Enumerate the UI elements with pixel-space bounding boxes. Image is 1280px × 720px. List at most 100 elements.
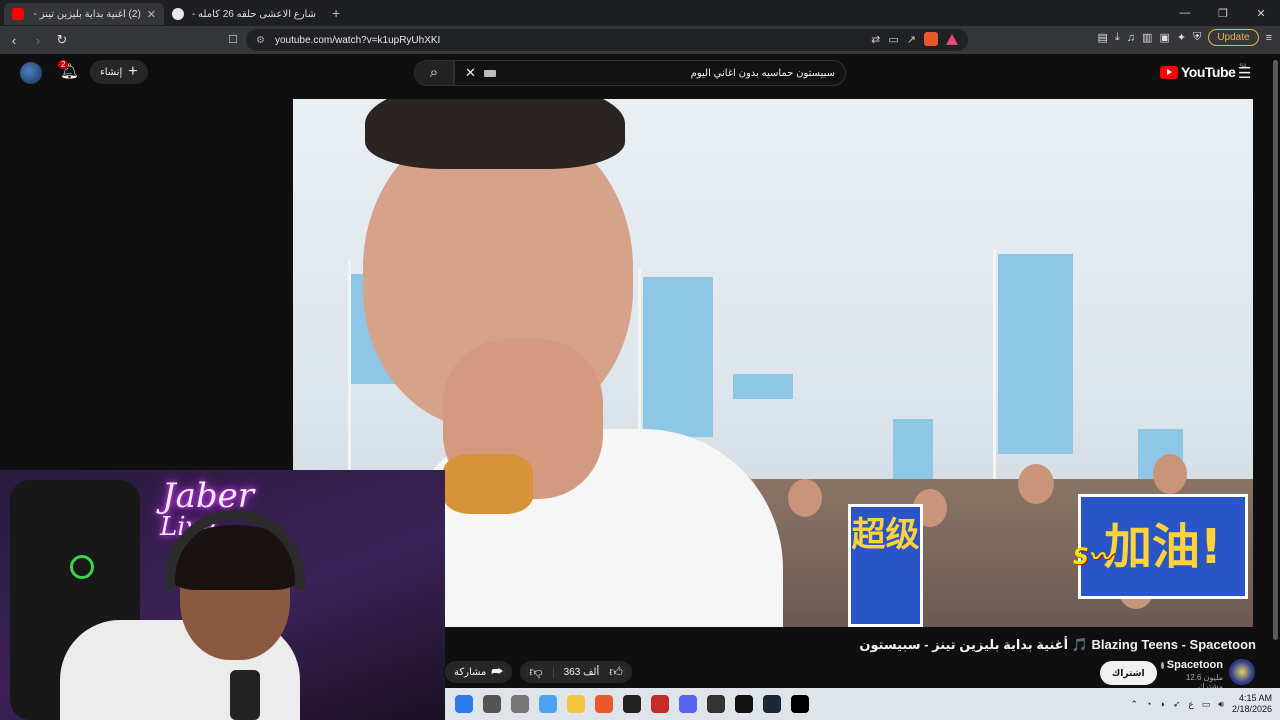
subscribe-button[interactable]: اشتراك bbox=[1100, 661, 1157, 685]
video-info: Blazing Teens - Spacetoon 🎵 أغنية بداية … bbox=[445, 627, 1280, 691]
page-scrollbar[interactable] bbox=[1271, 54, 1280, 688]
cast-icon[interactable]: ▭ bbox=[888, 33, 898, 46]
channel-info[interactable]: Spacetoon 12.6 مليون مشترك bbox=[1161, 659, 1223, 691]
search-input[interactable]: ✕ سبيستون حماسيه بدون اغاني اليوم bbox=[454, 60, 846, 86]
window-controls: — ❐ ✕ bbox=[1166, 0, 1280, 26]
crowd-sign: 超级 bbox=[848, 504, 923, 627]
bookmark-icon[interactable]: ☐ bbox=[228, 33, 238, 46]
tab-title: (2) أغنية بداية بليزين تينز - سبيستون bbox=[30, 8, 141, 20]
hamburger-menu-icon[interactable]: ☰ bbox=[1238, 64, 1251, 82]
close-tab-icon[interactable]: ✕ bbox=[147, 8, 156, 21]
search-query: سبيستون حماسيه بدون اغاني اليوم bbox=[690, 67, 835, 79]
youtube-play-icon bbox=[1160, 65, 1178, 79]
media-icon[interactable]: ♫ bbox=[1127, 32, 1135, 44]
tab-search[interactable]: شارع الاعشى حلقه 26 كامله - Search bbox=[164, 3, 324, 25]
browser-tab-strip: (2) أغنية بداية بليزين تينز - سبيستون ✕ … bbox=[0, 0, 1280, 26]
tray-app-icon[interactable]: ➶ bbox=[1173, 699, 1181, 710]
site-info-icon[interactable]: ⚙ bbox=[256, 35, 265, 46]
clear-search-icon[interactable]: ✕ bbox=[465, 65, 476, 81]
channel-avatar[interactable] bbox=[1229, 659, 1255, 685]
task-view-icon[interactable] bbox=[511, 695, 529, 713]
translate-icon[interactable]: ⇄ bbox=[871, 33, 880, 46]
video-title: Blazing Teens - Spacetoon 🎵 أغنية بداية … bbox=[859, 637, 1256, 652]
held-item bbox=[443, 454, 533, 514]
file-explorer-icon[interactable] bbox=[567, 695, 585, 713]
create-button[interactable]: إنشاء + bbox=[90, 60, 148, 84]
flag bbox=[643, 277, 713, 437]
back-icon[interactable]: ‹ bbox=[4, 33, 24, 48]
share-arrow-icon: ⮫ bbox=[491, 664, 504, 679]
url-text: youtube.com/watch?v=k1upRyUhXKI bbox=[274, 34, 441, 46]
like-dislike-group: 👎︎ 363 ألف 👍︎ bbox=[520, 661, 632, 683]
account-avatar[interactable] bbox=[20, 62, 42, 84]
search-icon[interactable] bbox=[483, 695, 501, 713]
language-indicator[interactable]: ع bbox=[1188, 699, 1193, 710]
browser-toolbar: ‹ › ↻ ☐ ⚙ youtube.com/watch?v=k1upRyUhXK… bbox=[0, 26, 1280, 54]
brave-icon[interactable] bbox=[595, 695, 613, 713]
google-favicon-icon bbox=[172, 8, 184, 20]
discord-icon[interactable] bbox=[679, 695, 697, 713]
empty-sidebar-area bbox=[0, 94, 293, 470]
wallet-icon[interactable]: ▣ bbox=[1159, 31, 1169, 44]
app-obs-icon[interactable] bbox=[623, 695, 641, 713]
app-kick-icon[interactable] bbox=[707, 695, 725, 713]
app-red-icon[interactable] bbox=[651, 695, 669, 713]
tab-youtube[interactable]: (2) أغنية بداية بليزين تينز - سبيستون ✕ bbox=[4, 3, 164, 25]
reload-icon[interactable]: ↻ bbox=[52, 32, 72, 48]
share-icon[interactable]: ↗ bbox=[907, 33, 916, 46]
browser-right-tools: ▤ ⤓ ♫ ▥ ▣ ✦ ⛨ Update ≡ bbox=[1098, 29, 1272, 46]
new-tab-button[interactable]: + bbox=[332, 5, 340, 21]
create-label: إنشاء bbox=[100, 66, 123, 78]
channel-name: Spacetoon bbox=[1166, 659, 1223, 671]
vpn-icon[interactable]: ⛨ bbox=[1193, 31, 1201, 44]
close-window-button[interactable]: ✕ bbox=[1242, 7, 1280, 20]
clock-date: 2/18/2026 bbox=[1231, 704, 1272, 714]
youtube-logo[interactable]: YouTube SA bbox=[1160, 64, 1247, 80]
like-count[interactable]: 363 ألف bbox=[552, 666, 599, 678]
maximize-button[interactable]: ❐ bbox=[1204, 7, 1242, 20]
windows-taskbar: ⌃ ◔ ◑ ➶ ع ▭ 🔊︎ 4:15 AM 2/18/2026 bbox=[445, 688, 1280, 720]
channel-name-row: Spacetoon bbox=[1161, 659, 1223, 671]
channel-watermark: S〰 bbox=[1073, 545, 1111, 570]
volume-icon[interactable]: 🔊︎ bbox=[1218, 699, 1224, 710]
flag bbox=[733, 374, 793, 399]
menu-icon[interactable]: ≡ bbox=[1266, 32, 1272, 44]
tray-app-icon[interactable]: ◑ bbox=[1159, 699, 1164, 709]
scrollbar-thumb[interactable] bbox=[1273, 60, 1278, 640]
tray-overflow-icon[interactable]: ⌃ bbox=[1130, 699, 1138, 710]
youtube-logo-text: YouTube bbox=[1181, 64, 1236, 80]
keyboard-icon[interactable] bbox=[483, 69, 496, 77]
download-icon[interactable]: ⤓ bbox=[1115, 31, 1120, 44]
system-clock[interactable]: 4:15 AM 2/18/2026 bbox=[1232, 693, 1272, 715]
address-bar-icons: ⇄ ▭ ↗ bbox=[871, 32, 958, 46]
start-icon[interactable] bbox=[455, 695, 473, 713]
crowd-person bbox=[788, 479, 822, 517]
plus-icon: + bbox=[128, 63, 138, 80]
brave-rewards-icon[interactable] bbox=[946, 33, 958, 45]
razer-logo-icon bbox=[70, 555, 94, 579]
dislike-icon[interactable]: 👎︎ bbox=[529, 664, 542, 680]
sidebar-toggle-icon[interactable]: ▤ bbox=[1098, 31, 1108, 44]
youtube-header: 🔔︎ 2 إنشاء + ⌕ ✕ سبيستون حماسيه بدون اغا… bbox=[0, 54, 1280, 94]
brave-shields-icon[interactable] bbox=[924, 32, 938, 46]
like-icon[interactable]: 👍︎ bbox=[609, 664, 623, 680]
tab-title: شارع الاعشى حلقه 26 كامله - Search bbox=[190, 8, 316, 20]
capcut-icon[interactable] bbox=[791, 695, 809, 713]
media-icon[interactable] bbox=[735, 695, 753, 713]
minimize-button[interactable]: — bbox=[1166, 7, 1204, 19]
address-bar[interactable]: ⚙ youtube.com/watch?v=k1upRyUhXKI ⇄ ▭ ↗ bbox=[246, 29, 968, 51]
share-button[interactable]: مشاركة ⮫ bbox=[445, 661, 513, 683]
search-button[interactable]: ⌕ bbox=[414, 60, 454, 86]
steam-icon[interactable] bbox=[763, 695, 781, 713]
network-icon[interactable]: ▭ bbox=[1202, 699, 1211, 710]
widgets-icon[interactable] bbox=[539, 695, 557, 713]
tray-app-icon[interactable]: ◔ bbox=[1146, 699, 1151, 709]
forward-icon[interactable]: › bbox=[28, 33, 48, 48]
leo-ai-icon[interactable]: ✦ bbox=[1177, 31, 1186, 44]
split-view-icon[interactable]: ▥ bbox=[1142, 31, 1152, 44]
flag bbox=[893, 419, 933, 479]
youtube-favicon-icon bbox=[12, 8, 24, 20]
clock-time: 4:15 AM bbox=[1238, 693, 1272, 703]
microphone bbox=[230, 670, 260, 720]
update-button[interactable]: Update bbox=[1208, 29, 1259, 46]
